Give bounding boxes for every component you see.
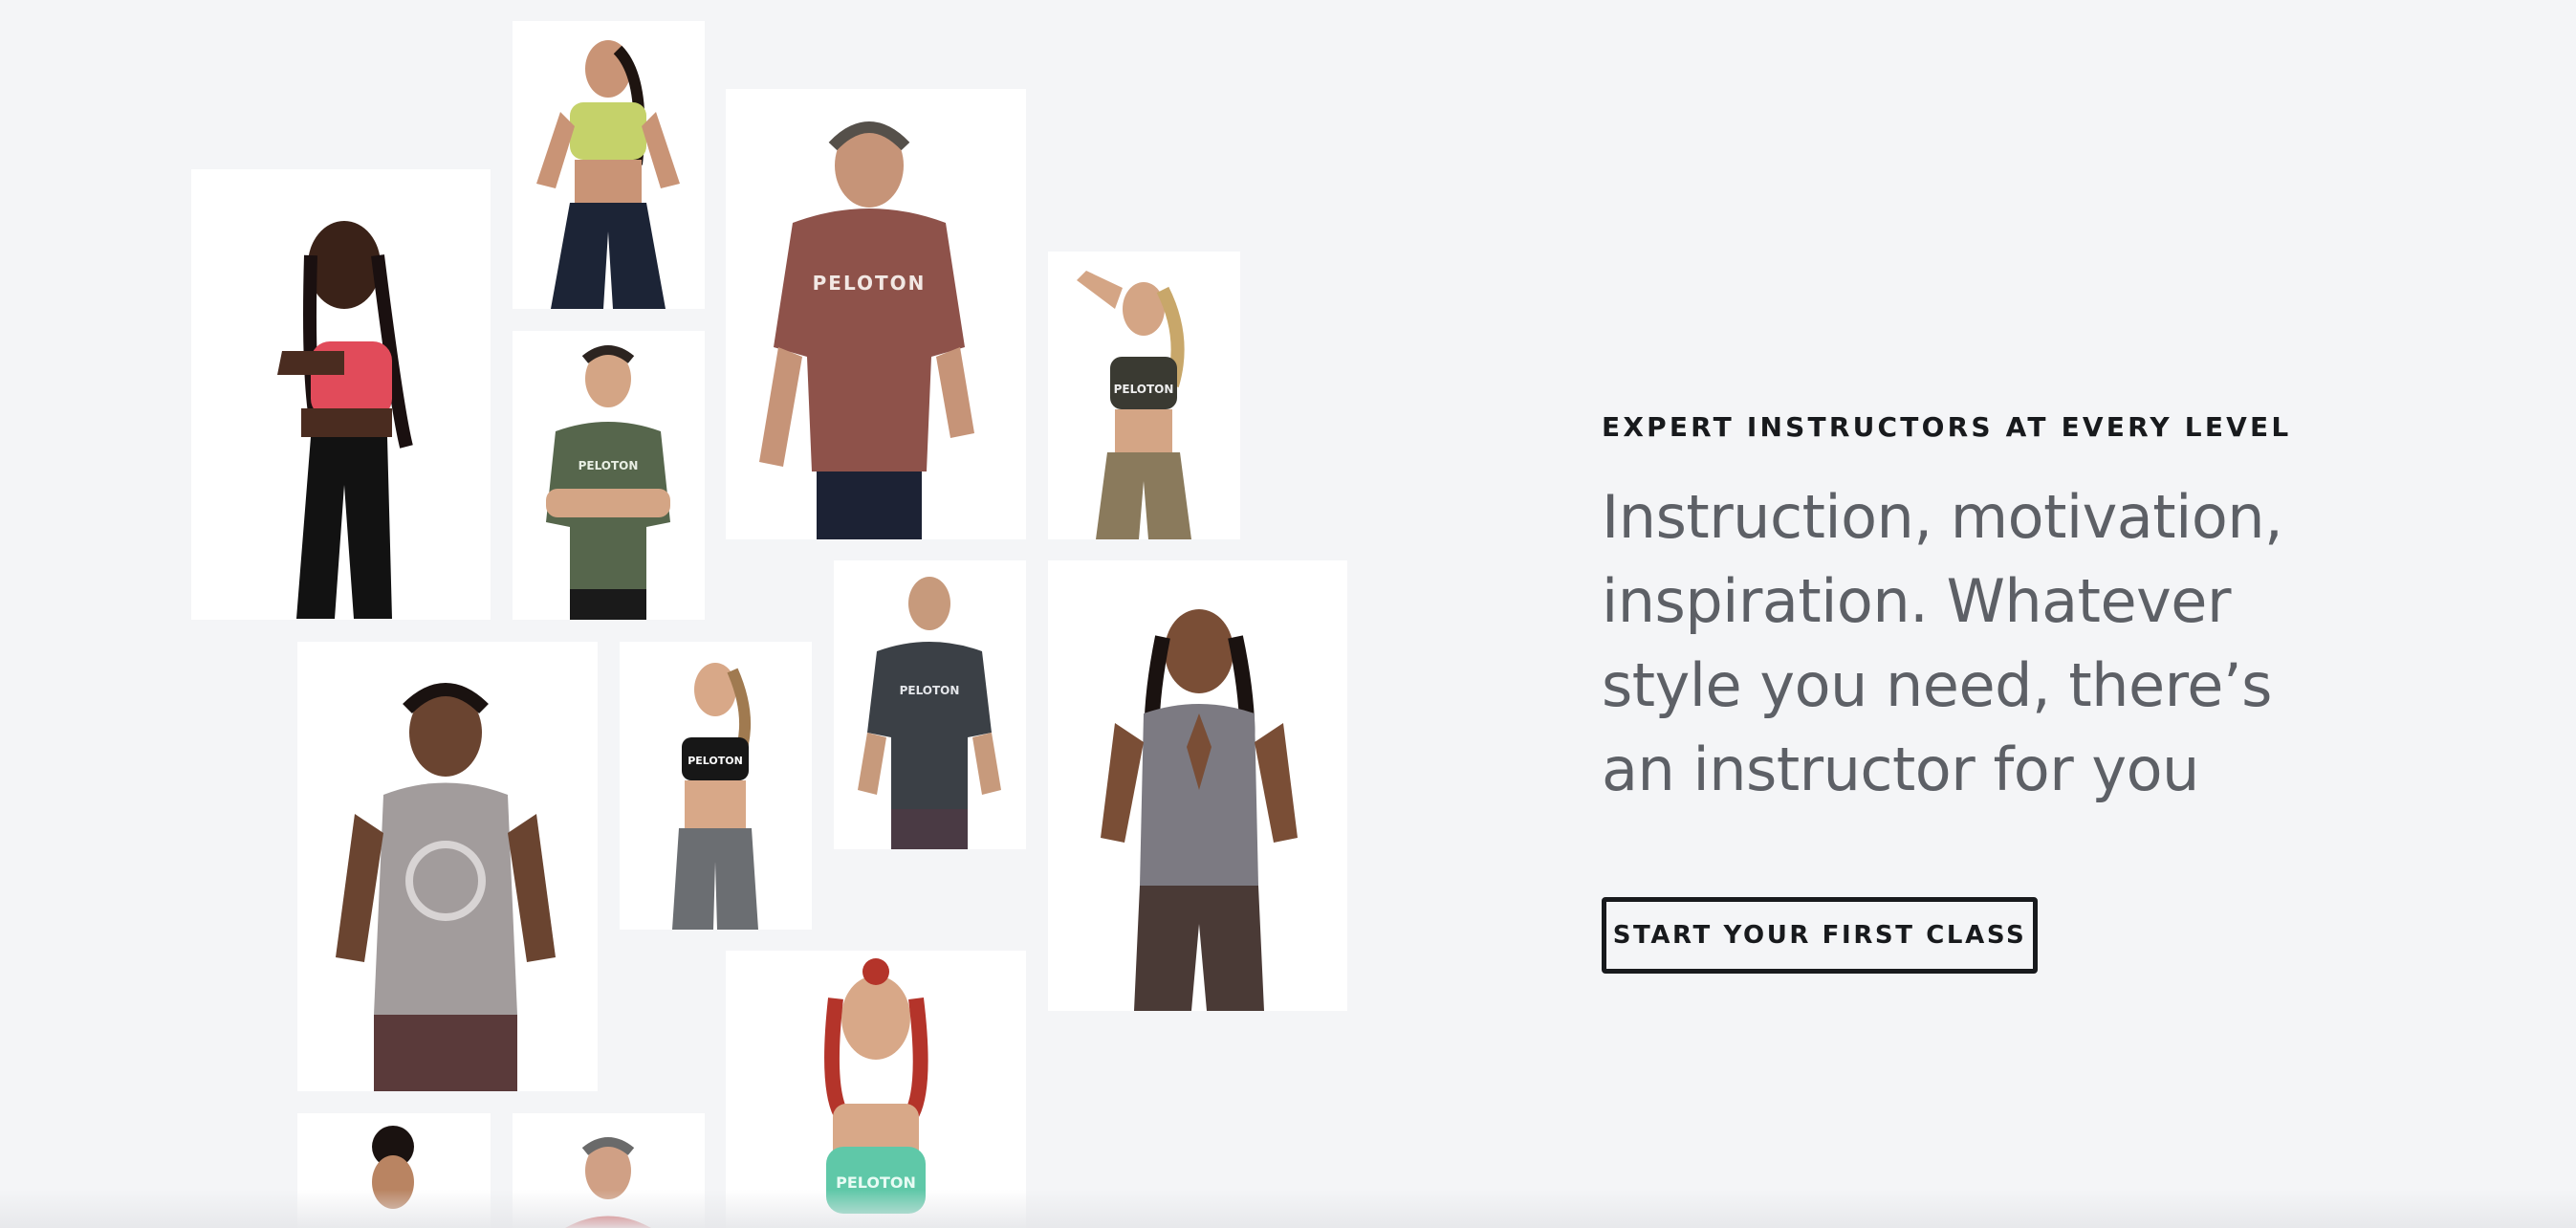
- instructor-photo-5: PELOTON: [513, 331, 705, 620]
- section-eyebrow: EXPERT INSTRUCTORS AT EVERY LEVEL: [1602, 411, 2292, 443]
- instructor-photo-3: PELOTON: [726, 89, 1026, 539]
- instructor-photo-2: [513, 21, 705, 309]
- svg-text:PELOTON: PELOTON: [1114, 383, 1174, 396]
- instructors-copy: EXPERT INSTRUCTORS AT EVERY LEVEL Instru…: [1602, 411, 2328, 812]
- instructor-photo-8: PELOTON: [620, 642, 812, 930]
- svg-text:PELOTON: PELOTON: [813, 272, 927, 295]
- instructor-photo-6: PELOTON: [834, 560, 1026, 849]
- section-headline: Instruction, motivation, inspiration. Wh…: [1602, 482, 2283, 804]
- instructor-photo-7: [1048, 560, 1347, 1011]
- svg-text:PELOTON: PELOTON: [900, 684, 960, 697]
- instructor-photo-9: [297, 642, 598, 1091]
- instructor-photo-1: [191, 169, 491, 620]
- bottom-fade: [0, 1190, 2576, 1228]
- instructor-photo-4: PELOTON: [1048, 252, 1240, 539]
- start-first-class-button[interactable]: START YOUR FIRST CLASS: [1602, 897, 2038, 974]
- instructor-photo-12: PELOTON: [726, 951, 1026, 1228]
- svg-text:PELOTON: PELOTON: [688, 755, 743, 767]
- svg-text:PELOTON: PELOTON: [579, 459, 639, 472]
